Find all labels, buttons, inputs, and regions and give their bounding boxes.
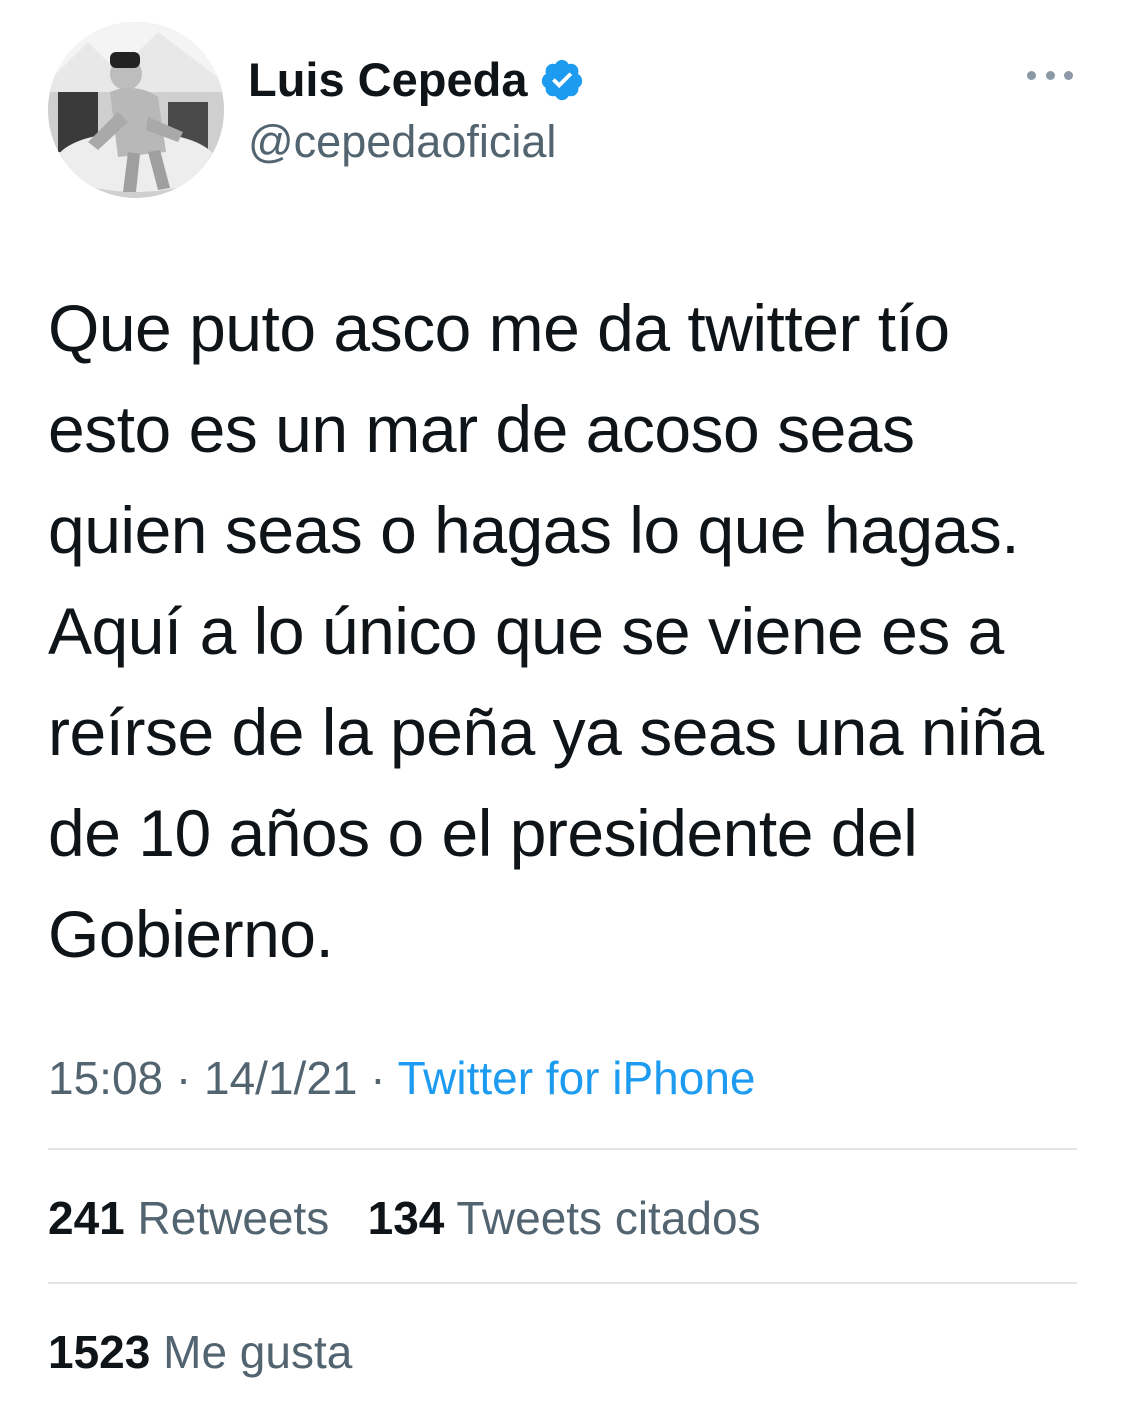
quote-tweets-count: 134	[367, 1192, 445, 1244]
meta-separator: ·	[175, 1052, 192, 1104]
more-options-icon[interactable]	[1027, 60, 1073, 90]
tweet-text-line: quien seas o hagas lo que hagas.	[48, 493, 1020, 567]
display-name[interactable]: Luis Cepeda	[248, 50, 585, 110]
retweets-stat[interactable]: 241 Retweets	[48, 1192, 342, 1244]
tweet-text-line: Gobierno.	[48, 897, 334, 971]
engagement-row: 241 Retweets 134 Tweets citados	[48, 1188, 761, 1248]
likes-count: 1523	[48, 1326, 151, 1378]
retweets-count: 241	[48, 1192, 125, 1244]
divider	[48, 1148, 1077, 1150]
tweet-date[interactable]: 14/1/21	[204, 1052, 357, 1104]
more-dot	[1045, 70, 1055, 80]
more-dot	[1027, 70, 1036, 80]
meta-separator: ·	[370, 1052, 386, 1104]
likes-row: 1523 Me gusta	[48, 1322, 352, 1382]
more-dot	[1064, 70, 1073, 80]
quote-tweets-stat[interactable]: 134 Tweets citados	[368, 1192, 761, 1244]
verified-badge-icon	[539, 57, 585, 103]
likes-stat[interactable]: 1523 Me gusta	[48, 1326, 352, 1378]
tweet-text-line: Aquí a lo único que se viene es a	[48, 594, 1004, 668]
tweet-meta: 15:08 · 14/1/21 · Twitter for iPhone	[48, 1048, 756, 1108]
tweet-time[interactable]: 15:08	[48, 1052, 163, 1104]
retweets-label: Retweets	[137, 1192, 330, 1244]
tweet-text-line: esto es un mar de acoso seas	[48, 392, 915, 466]
tweet-text-line: reírse de la peña ya seas una niña	[48, 695, 1044, 769]
avatar[interactable]	[48, 22, 224, 198]
likes-label: Me gusta	[163, 1326, 353, 1378]
tweet-source-link[interactable]: Twitter for iPhone	[398, 1052, 756, 1104]
display-name-text: Luis Cepeda	[248, 53, 528, 106]
avatar-photo	[48, 22, 224, 198]
user-handle[interactable]: @cepedaoficial	[248, 112, 556, 172]
tweet-text: Que puto asco me da twitter tío esto es …	[48, 278, 1088, 985]
quote-tweets-label: Tweets citados	[456, 1192, 761, 1244]
divider	[48, 1282, 1077, 1284]
tweet-text-line: Que puto asco me da twitter tío	[48, 291, 950, 365]
tweet-text-line: de 10 años o el presidente del	[48, 796, 918, 870]
